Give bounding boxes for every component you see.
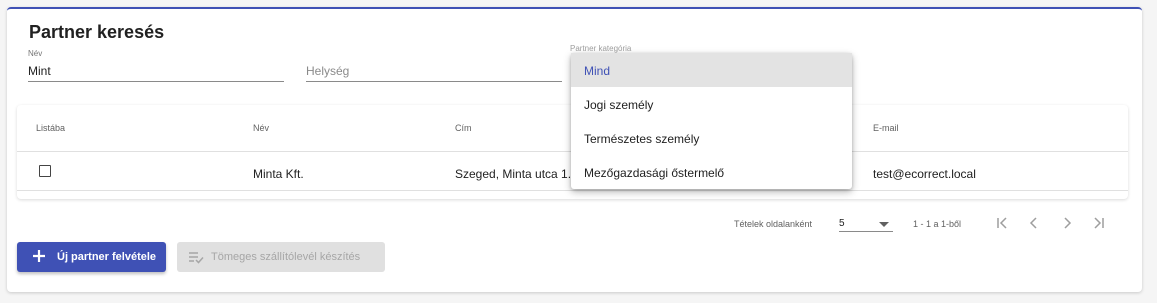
name-field-underline	[28, 81, 284, 82]
row-name: Minta Kft.	[253, 167, 304, 181]
per-page-label: Tételek oldalanként	[734, 219, 813, 229]
playlist-check-icon	[189, 252, 204, 264]
dropdown-option-termeszetes[interactable]: Természetes személy	[571, 121, 852, 155]
plus-icon	[33, 250, 45, 262]
header-cim: Cím	[455, 123, 472, 133]
option-label: Természetes személy	[584, 132, 700, 146]
per-page-select[interactable]: 5	[839, 217, 893, 232]
page-range: 1 - 1 a 1-ből	[913, 219, 962, 229]
row-address: Szeged, Minta utca 1.	[455, 167, 572, 181]
name-field-value[interactable]: Mint	[28, 64, 51, 78]
last-page-icon[interactable]	[1089, 213, 1109, 233]
new-partner-button[interactable]: Új partner felvétele	[17, 242, 166, 272]
checkbox-icon[interactable]	[39, 165, 51, 177]
partner-type-dropdown[interactable]: Mind Jogi személy Természetes személy Me…	[571, 53, 852, 189]
option-label: Mezőgazdasági őstermelő	[584, 166, 725, 180]
next-page-icon[interactable]	[1057, 213, 1077, 233]
name-field[interactable]: Név Mint	[28, 49, 284, 83]
dropdown-option-jogi[interactable]: Jogi személy	[571, 87, 852, 121]
page-title: Partner keresés	[29, 22, 165, 42]
row-email: test@ecorrect.local	[873, 167, 976, 181]
city-field[interactable]: Helység	[306, 49, 562, 83]
new-partner-label: Új partner felvétele	[57, 251, 157, 263]
header-listaba: Listába	[36, 123, 66, 133]
city-field-underline	[306, 81, 562, 82]
option-label: Jogi személy	[584, 98, 654, 112]
bulk-waybill-label: Tömeges szállítólevél készítés	[211, 251, 361, 263]
per-page-value: 5	[839, 218, 845, 229]
dropdown-arrow-icon	[879, 222, 889, 227]
first-page-icon[interactable]	[992, 213, 1012, 233]
header-nev: Név	[253, 123, 270, 133]
previous-page-icon[interactable]	[1024, 213, 1044, 233]
header-email: E-mail	[873, 123, 899, 133]
dropdown-option-ostermelo[interactable]: Mezőgazdasági őstermelő	[571, 155, 852, 189]
row-divider	[17, 190, 1128, 191]
option-label: Mind	[584, 64, 611, 78]
dropdown-option-mind[interactable]: Mind	[571, 53, 852, 87]
city-field-placeholder: Helység	[306, 64, 350, 78]
name-field-label: Név	[28, 49, 43, 58]
bulk-waybill-button[interactable]: Tömeges szállítólevél készítés	[177, 242, 385, 272]
